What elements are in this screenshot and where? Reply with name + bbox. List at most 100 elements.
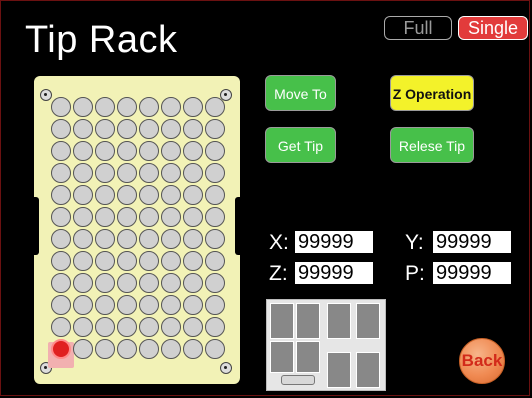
tip-well[interactable] [139, 163, 159, 183]
tip-well[interactable] [183, 295, 203, 315]
tip-well[interactable] [51, 141, 71, 161]
tip-well[interactable] [139, 295, 159, 315]
tip-well[interactable] [95, 273, 115, 293]
tip-well[interactable] [139, 339, 159, 359]
deck-slot[interactable] [296, 303, 320, 339]
tip-well[interactable] [205, 97, 225, 117]
tip-well[interactable] [73, 163, 93, 183]
tip-well[interactable] [95, 251, 115, 271]
tip-well[interactable] [95, 119, 115, 139]
tip-well[interactable] [139, 273, 159, 293]
tip-well[interactable] [51, 317, 71, 337]
tip-well[interactable] [117, 119, 137, 139]
tip-well[interactable] [51, 185, 71, 205]
tip-well[interactable] [117, 317, 137, 337]
tip-well[interactable] [117, 97, 137, 117]
tip-well[interactable] [205, 317, 225, 337]
tip-well[interactable] [73, 229, 93, 249]
tip-well[interactable] [95, 229, 115, 249]
tip-well[interactable] [139, 97, 159, 117]
deck-slot[interactable] [356, 352, 380, 388]
tip-well[interactable] [205, 273, 225, 293]
tip-well[interactable] [139, 119, 159, 139]
tip-well[interactable] [183, 207, 203, 227]
tip-well[interactable] [183, 141, 203, 161]
tip-well[interactable] [183, 317, 203, 337]
deck-slot[interactable] [356, 303, 380, 339]
get-tip-button[interactable]: Get Tip [265, 127, 336, 163]
tip-well[interactable] [139, 207, 159, 227]
tip-well[interactable] [117, 185, 137, 205]
move-to-button[interactable]: Move To [265, 75, 336, 111]
z-value-field[interactable]: 99999 [295, 262, 373, 284]
tip-well[interactable] [117, 295, 137, 315]
tip-well[interactable] [139, 251, 159, 271]
tip-well[interactable] [117, 251, 137, 271]
tip-well[interactable] [117, 163, 137, 183]
tip-well[interactable] [117, 229, 137, 249]
tip-well[interactable] [51, 207, 71, 227]
tip-well-selected[interactable] [51, 339, 71, 359]
tip-well[interactable] [205, 251, 225, 271]
tip-well[interactable] [139, 229, 159, 249]
tip-well[interactable] [183, 251, 203, 271]
deck-slot[interactable] [296, 341, 320, 373]
deck-layout-minimap[interactable] [266, 299, 386, 391]
tip-well[interactable] [73, 97, 93, 117]
tip-well[interactable] [73, 317, 93, 337]
tip-well[interactable] [205, 339, 225, 359]
tip-well[interactable] [95, 317, 115, 337]
tip-well[interactable] [95, 339, 115, 359]
tip-well[interactable] [205, 229, 225, 249]
tip-well[interactable] [161, 185, 181, 205]
tip-well[interactable] [73, 119, 93, 139]
deck-slot[interactable] [327, 352, 351, 388]
tip-well[interactable] [183, 97, 203, 117]
tip-well[interactable] [51, 119, 71, 139]
tip-well[interactable] [73, 185, 93, 205]
tip-well[interactable] [161, 317, 181, 337]
tip-well[interactable] [95, 97, 115, 117]
tip-well[interactable] [73, 339, 93, 359]
tip-well[interactable] [205, 295, 225, 315]
tip-well[interactable] [117, 273, 137, 293]
tip-well[interactable] [205, 141, 225, 161]
tip-well[interactable] [161, 273, 181, 293]
tip-well[interactable] [161, 163, 181, 183]
tip-well[interactable] [51, 273, 71, 293]
tip-well[interactable] [73, 141, 93, 161]
tip-well[interactable] [161, 207, 181, 227]
tip-well[interactable] [161, 97, 181, 117]
tip-well[interactable] [161, 251, 181, 271]
tip-well[interactable] [73, 251, 93, 271]
tip-well[interactable] [117, 141, 137, 161]
tip-well[interactable] [73, 295, 93, 315]
release-tip-button[interactable]: Relese Tip [390, 127, 474, 163]
tip-well[interactable] [205, 119, 225, 139]
tip-well[interactable] [95, 207, 115, 227]
tip-well[interactable] [161, 229, 181, 249]
tip-well[interactable] [183, 163, 203, 183]
deck-slot[interactable] [270, 341, 294, 373]
tip-well[interactable] [183, 119, 203, 139]
tip-well[interactable] [95, 163, 115, 183]
tip-well[interactable] [73, 273, 93, 293]
tip-well[interactable] [51, 97, 71, 117]
tip-well[interactable] [73, 207, 93, 227]
tip-well[interactable] [161, 141, 181, 161]
back-button[interactable]: Back [459, 338, 505, 384]
x-value-field[interactable]: 99999 [295, 231, 373, 253]
deck-slot[interactable] [327, 303, 351, 339]
tip-well[interactable] [161, 339, 181, 359]
tip-well[interactable] [51, 251, 71, 271]
y-value-field[interactable]: 99999 [433, 231, 511, 253]
tip-well[interactable] [95, 295, 115, 315]
tip-well[interactable] [117, 207, 137, 227]
tip-well[interactable] [183, 185, 203, 205]
tip-well[interactable] [51, 295, 71, 315]
tip-well[interactable] [205, 207, 225, 227]
tip-well[interactable] [139, 141, 159, 161]
tip-well[interactable] [161, 119, 181, 139]
deck-slot[interactable] [270, 303, 294, 339]
tip-well[interactable] [139, 185, 159, 205]
